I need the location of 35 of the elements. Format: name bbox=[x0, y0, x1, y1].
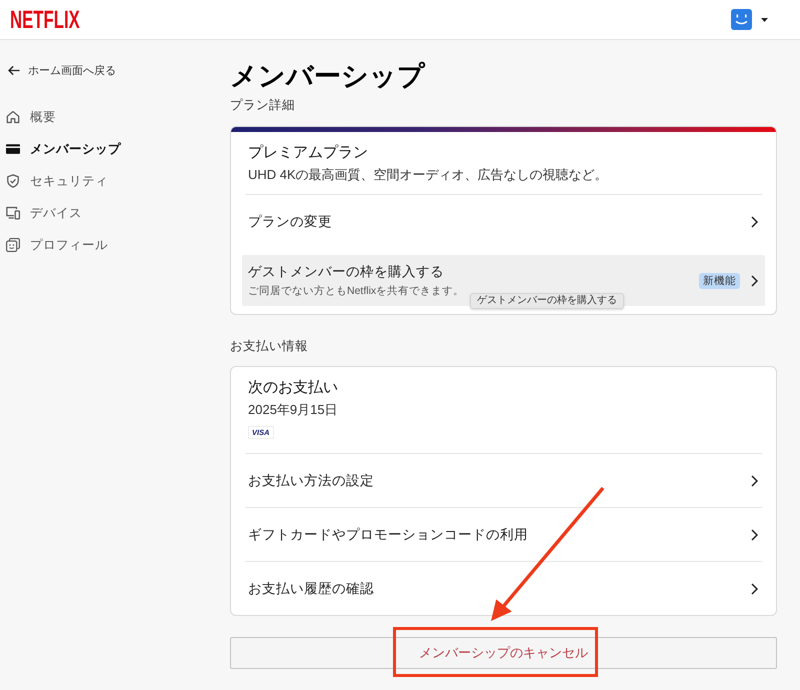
nav-item[interactable]: セキュリティ bbox=[0, 165, 230, 197]
smiley-avatar-icon[interactable] bbox=[731, 9, 752, 30]
cancel-membership-button[interactable]: メンバーシップのキャンセル bbox=[230, 637, 777, 669]
menu-row[interactable]: プランの変更 bbox=[245, 195, 762, 248]
chevron-right-icon bbox=[751, 216, 758, 228]
plan-description: UHD 4Kの最高画質、空間オーディオ、広告なしの視聴など。 bbox=[248, 166, 609, 184]
back-link[interactable]: ホーム画面へ戻る bbox=[0, 60, 230, 80]
home-icon bbox=[6, 110, 20, 124]
menu-row[interactable]: ギフトカードやプロモーションコードの利用 bbox=[245, 508, 762, 561]
logo[interactable]: NETFLIX bbox=[10, 8, 80, 30]
chevron-right-icon bbox=[751, 274, 758, 286]
next-payment-date: 2025年9月15日 bbox=[248, 401, 339, 419]
menu-row[interactable]: お支払い方法の設定 bbox=[245, 454, 762, 507]
shield-check-icon bbox=[6, 174, 20, 188]
nav-item[interactable]: 概要 bbox=[0, 101, 230, 133]
section-heading: プラン詳細 bbox=[230, 97, 296, 114]
nav-item[interactable]: プロフィール bbox=[0, 229, 230, 261]
devices-icon bbox=[6, 206, 20, 220]
chevron-right-icon bbox=[751, 528, 758, 540]
caret-icon[interactable] bbox=[761, 18, 768, 22]
tooltip: ゲストメンバーの枠を購入する bbox=[470, 293, 624, 309]
page-title: メンバーシップ bbox=[230, 60, 426, 93]
menu-row[interactable]: お支払い履歴の確認 bbox=[245, 562, 762, 615]
chevron-right-icon bbox=[751, 582, 758, 594]
section-heading: お支払い情報 bbox=[230, 338, 309, 355]
credit-card-icon bbox=[6, 142, 20, 156]
back-arrow-icon bbox=[8, 64, 20, 76]
nav-item[interactable]: デバイス bbox=[0, 197, 230, 229]
new-badge: 新機能 bbox=[699, 272, 740, 288]
profile-icon bbox=[6, 238, 20, 252]
chevron-right-icon bbox=[751, 474, 758, 486]
row-description: ご同居でない方ともNetflixを共有できます。 bbox=[248, 284, 464, 298]
plan-name: プレミアムプラン bbox=[248, 143, 369, 163]
nav-item[interactable]: メンバーシップ bbox=[0, 133, 230, 165]
next-payment-label: 次のお支払い bbox=[248, 378, 339, 398]
